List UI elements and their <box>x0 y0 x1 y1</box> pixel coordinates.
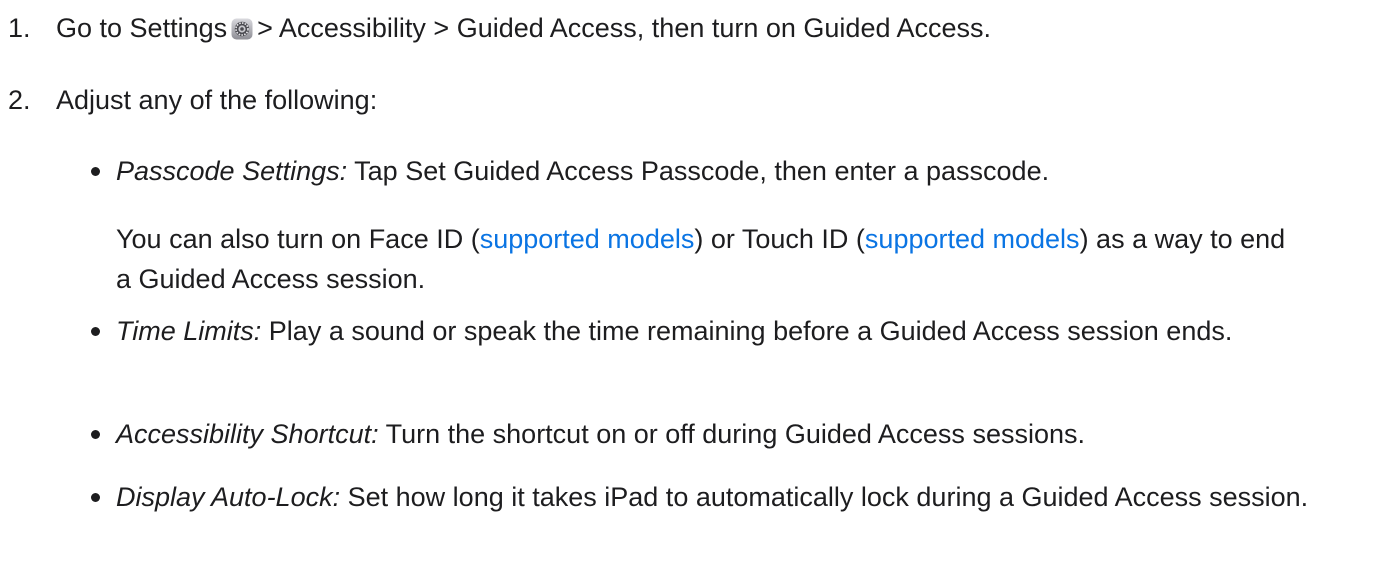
item-text: Set how long it takes iPad to automatica… <box>347 482 1309 512</box>
list-item-display-auto-lock: Display Auto-Lock: Set how long it takes… <box>116 477 1356 517</box>
note-text: ) or Touch ID ( <box>694 224 865 254</box>
bullet-dot <box>91 167 100 176</box>
step-text: Go to Settings > Accessibility > Guided … <box>56 8 991 48</box>
item-text: Play a sound or speak the time remaining… <box>268 316 1233 346</box>
note-text: You can also turn on Face ID ( <box>116 224 480 254</box>
item-term: Accessibility Shortcut: <box>116 419 379 449</box>
step-number: 1. <box>8 13 31 43</box>
bullet-dot <box>91 327 100 336</box>
list-item-passcode-settings: Passcode Settings: Tap Set Guided Access… <box>116 151 1356 191</box>
bullet-dot <box>91 493 100 502</box>
face-id-supported-models-link[interactable]: supported models <box>480 224 695 254</box>
item-term: Display Auto-Lock: <box>116 482 341 512</box>
instructions-document: 1. Go to Settings > Accessibility > Guid… <box>0 0 1381 566</box>
step-text: Adjust any of the following: <box>56 85 378 115</box>
item-term: Passcode Settings: <box>116 156 348 186</box>
list-item-time-limits: Time Limits: Play a sound or speak the t… <box>116 311 1236 351</box>
bullet-dot <box>91 430 100 439</box>
step-text-prefix: Go to Settings <box>56 13 228 43</box>
item-term: Time Limits: <box>116 316 262 346</box>
step-number: 2. <box>8 85 31 115</box>
item-text: Tap Set Guided Access Passcode, then ent… <box>354 156 1050 186</box>
touch-id-supported-models-link[interactable]: supported models <box>865 224 1080 254</box>
passcode-note: You can also turn on Face ID (supported … <box>116 219 1296 299</box>
item-text: Turn the shortcut on or off during Guide… <box>385 419 1085 449</box>
settings-icon <box>231 11 253 40</box>
step-text-suffix: > Accessibility > Guided Access, then tu… <box>257 13 992 43</box>
list-item-accessibility-shortcut: Accessibility Shortcut: Turn the shortcu… <box>116 414 1356 454</box>
